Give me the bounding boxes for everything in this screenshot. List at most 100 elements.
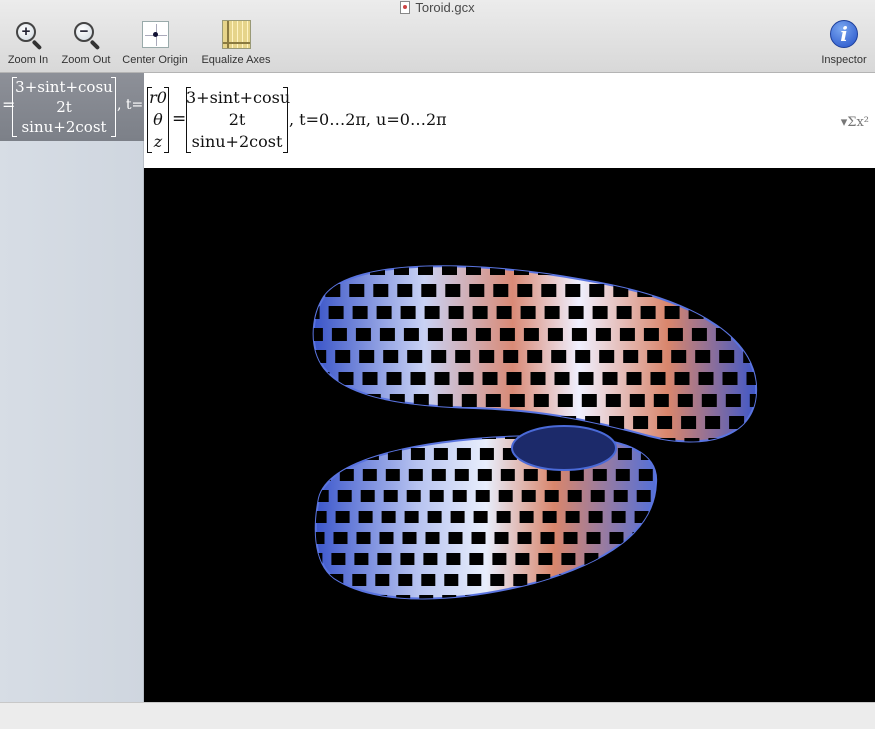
inspector-button[interactable]: i Inspector xyxy=(816,20,872,68)
mesh-cell xyxy=(541,284,557,297)
mesh-cell xyxy=(540,532,555,544)
mesh-cell xyxy=(605,574,620,586)
center-origin-button[interactable]: Center Origin xyxy=(118,20,192,68)
mesh-cell xyxy=(588,511,603,523)
mesh-cell xyxy=(615,469,630,481)
mesh-cell xyxy=(489,416,505,429)
mesh-cell xyxy=(517,532,532,544)
mesh-cell xyxy=(448,306,464,319)
center-origin-label: Center Origin xyxy=(122,54,188,66)
mesh-cell xyxy=(313,284,317,297)
equation-editor[interactable]: r0 θ z = 3+sint+cosu 2t sinu+2cost , t=0… xyxy=(144,73,875,168)
window-title: Toroid.gcx xyxy=(0,0,875,16)
mesh-cell xyxy=(605,394,621,407)
mesh-cell xyxy=(586,532,601,544)
mesh-cell xyxy=(314,372,330,385)
mesh-cell xyxy=(407,350,423,363)
mesh-cell xyxy=(756,438,771,451)
mesh-cell xyxy=(732,438,748,442)
mesh-cell xyxy=(563,532,578,544)
mesh-cell xyxy=(633,416,649,429)
mesh-cell xyxy=(337,490,352,502)
mesh-cell xyxy=(578,372,594,385)
mesh-cell xyxy=(322,266,337,275)
mesh-cell xyxy=(390,435,404,439)
mesh-cell xyxy=(479,350,495,363)
mesh-cell xyxy=(473,511,488,523)
mesh-cell xyxy=(684,438,700,442)
mesh-cell xyxy=(459,435,473,439)
mesh-cell xyxy=(404,511,419,523)
zoom-out-button[interactable]: − Zoom Out xyxy=(56,20,116,68)
mesh-cell xyxy=(500,469,515,481)
mesh-cell xyxy=(400,306,416,319)
mesh-cell xyxy=(354,553,369,565)
zoom-out-icon: − xyxy=(71,20,101,51)
sidebar-suffix: , t=0 xyxy=(117,97,144,113)
mesh-cell xyxy=(647,616,661,628)
mesh-cell xyxy=(589,284,605,297)
mesh-cell xyxy=(490,574,505,586)
mesh-cell xyxy=(685,284,701,297)
zoom-in-button[interactable]: + Zoom In xyxy=(4,20,52,68)
mesh-cell xyxy=(318,448,333,460)
mesh-cell xyxy=(352,306,368,319)
mesh-cell xyxy=(290,511,304,523)
mesh-cell xyxy=(544,490,559,502)
mesh-cell xyxy=(503,350,519,363)
mesh-cell xyxy=(450,511,465,523)
mesh-cell xyxy=(452,490,467,502)
mesh-cell xyxy=(599,350,615,363)
mesh-cell xyxy=(544,306,560,319)
mesh-cell xyxy=(538,553,553,565)
mesh-cell xyxy=(660,490,674,502)
mesh-cell xyxy=(555,616,569,628)
mesh-cell xyxy=(472,306,488,319)
mesh-cell xyxy=(739,328,755,341)
sidebar-equation-item[interactable]: = 3+sint+cosu 2t sinu+2cost , t=0 xyxy=(0,73,144,141)
mesh-cell xyxy=(788,328,803,341)
mesh-cell xyxy=(436,435,450,439)
mesh-cell xyxy=(682,266,697,275)
mesh-cell xyxy=(513,574,528,586)
mesh-cell xyxy=(650,372,666,385)
mesh-cell xyxy=(603,595,618,599)
rhs-row-3: sinu+2cost xyxy=(191,132,283,151)
mesh-cell xyxy=(486,616,500,628)
plot-area[interactable] xyxy=(144,168,875,702)
mesh-cell xyxy=(485,394,501,407)
mesh-cell xyxy=(379,328,395,341)
mesh-cell xyxy=(465,416,481,429)
mesh-cell xyxy=(534,595,549,599)
mesh-cell xyxy=(630,553,645,565)
mesh-cell xyxy=(595,328,611,341)
mesh-cell xyxy=(437,394,453,407)
mesh-cell xyxy=(356,532,371,544)
mesh-cell xyxy=(705,416,721,429)
sidebar-matrix: 3+sint+cosu 2t sinu+2cost xyxy=(12,77,116,137)
mesh-cell xyxy=(465,595,480,599)
mesh-cell xyxy=(729,416,745,429)
mesh-cell xyxy=(515,553,530,565)
mesh-cell xyxy=(292,490,306,502)
mesh-cell xyxy=(433,448,448,460)
toroid-center-funnel xyxy=(511,425,617,471)
mesh-cell xyxy=(505,435,519,439)
mesh-cell xyxy=(757,284,772,297)
mesh-cell xyxy=(653,553,657,565)
equalize-axes-button[interactable]: Equalize Axes xyxy=(196,20,276,68)
sum-menu-icon[interactable]: ▾Σx² xyxy=(841,115,869,130)
mesh-cell xyxy=(706,266,721,275)
mesh-cell xyxy=(655,532,657,544)
mesh-cell xyxy=(423,553,438,565)
mesh-cell xyxy=(592,306,608,319)
mesh-cell xyxy=(568,306,584,319)
mesh-cell xyxy=(698,372,714,385)
mesh-cell xyxy=(651,574,657,586)
mesh-cell xyxy=(774,394,789,407)
mesh-cell xyxy=(498,490,513,502)
mesh-cell xyxy=(636,438,652,442)
mesh-cell xyxy=(661,284,677,297)
toolbar: Toroid.gcx + Zoom In − Zoom Out Center O… xyxy=(0,0,875,73)
mesh-cell xyxy=(383,350,399,363)
